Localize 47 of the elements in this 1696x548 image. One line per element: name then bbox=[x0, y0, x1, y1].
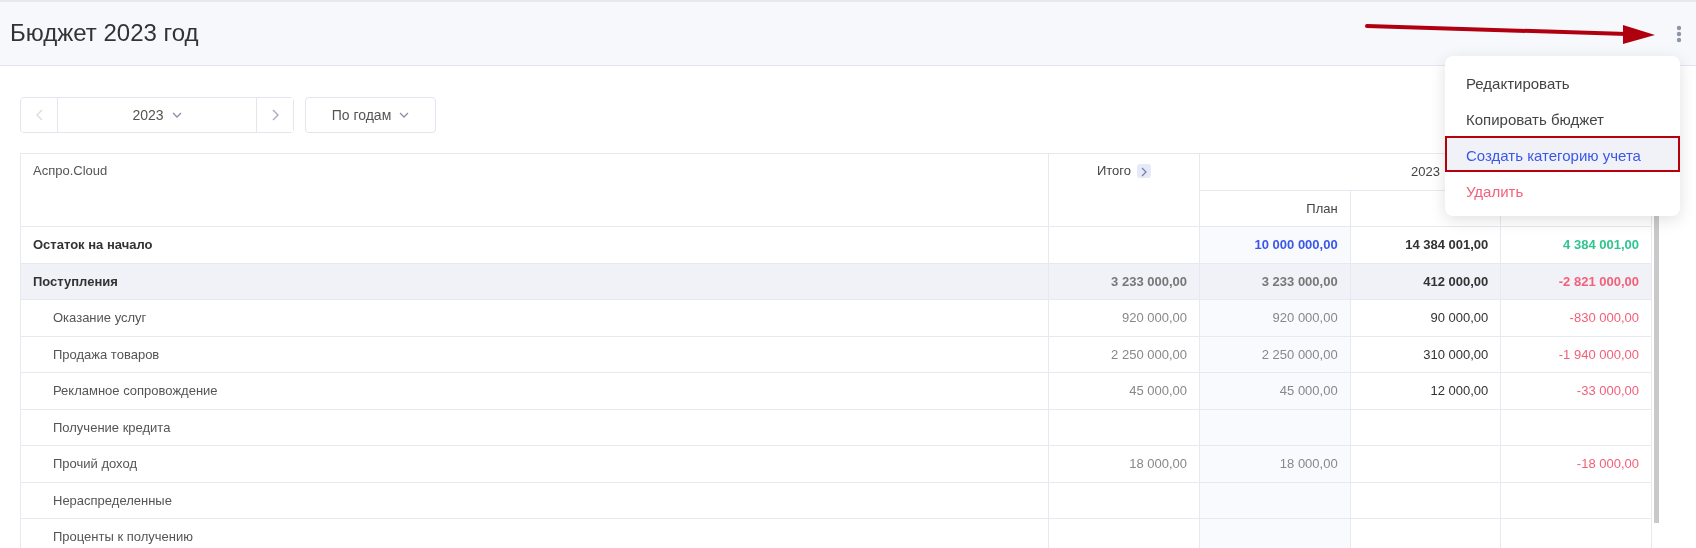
table-cell: 412 000,00 bbox=[1350, 263, 1501, 300]
menu-item[interactable]: Копировать бюджет bbox=[1445, 100, 1680, 136]
table-cell: -18 000,00 bbox=[1500, 445, 1652, 482]
chevron-right-icon bbox=[1141, 166, 1148, 177]
table-cell: 90 000,00 bbox=[1350, 299, 1501, 336]
row-label: Получение кредита bbox=[20, 409, 1049, 446]
expand-button[interactable] bbox=[1137, 164, 1152, 179]
row-label: Продажа товаров bbox=[20, 336, 1049, 373]
year-dropdown[interactable]: 2023 bbox=[57, 98, 257, 132]
table-cell: 3 233 000,00 bbox=[1199, 263, 1351, 300]
table-cell: 2 250 000,00 bbox=[1199, 336, 1351, 373]
menu-item[interactable]: Создать категорию учета bbox=[1445, 136, 1680, 172]
row-label: Прочий доход bbox=[20, 445, 1049, 482]
chevron-left-icon bbox=[35, 109, 43, 121]
table-cell: 310 000,00 bbox=[1350, 336, 1501, 373]
table-cell: 18 000,00 bbox=[1199, 445, 1351, 482]
header-cell: Аспро.Cloud bbox=[20, 153, 1049, 227]
table-cell: 18 000,00 bbox=[1048, 445, 1200, 482]
table-cell: 920 000,00 bbox=[1199, 299, 1351, 336]
table-cell: 45 000,00 bbox=[1048, 372, 1200, 409]
column-header: Итого bbox=[1096, 162, 1132, 178]
chevron-down-icon bbox=[171, 112, 182, 118]
menu-item[interactable]: Редактировать bbox=[1445, 64, 1680, 100]
grouping-dropdown[interactable]: По годам bbox=[305, 97, 436, 133]
table-cell: 4 384 001,00 bbox=[1500, 226, 1652, 263]
chevron-right-icon bbox=[271, 109, 279, 121]
row-label: Рекламное сопровождение bbox=[20, 372, 1049, 409]
table-cell: -2 821 000,00 bbox=[1500, 263, 1652, 300]
row-label: Остаток на начало bbox=[20, 226, 1049, 263]
column-header: План bbox=[1199, 190, 1351, 227]
table-cell: -33 000,00 bbox=[1500, 372, 1652, 409]
row-label: Проценты к получению bbox=[20, 518, 1049, 548]
table-cell: 14 384 001,00 bbox=[1350, 226, 1501, 263]
table-cell: 3 233 000,00 bbox=[1048, 263, 1200, 300]
table-cell: 10 000 000,00 bbox=[1199, 226, 1351, 263]
row-label: Нераспределенные bbox=[20, 482, 1049, 519]
table-cell: -1 940 000,00 bbox=[1500, 336, 1652, 373]
table-cell: 2 250 000,00 bbox=[1048, 336, 1200, 373]
table-cell: -830 000,00 bbox=[1500, 299, 1652, 336]
chevron-down-icon bbox=[399, 112, 410, 118]
table-cell: 920 000,00 bbox=[1048, 299, 1200, 336]
table-cell: 12 000,00 bbox=[1350, 372, 1501, 409]
page-title: Бюджет 2023 год bbox=[10, 19, 199, 48]
row-label: Поступления bbox=[20, 263, 1049, 300]
table-cell: 45 000,00 bbox=[1199, 372, 1351, 409]
row-label: Оказание услуг bbox=[20, 299, 1049, 336]
more-icon bbox=[1676, 24, 1682, 43]
